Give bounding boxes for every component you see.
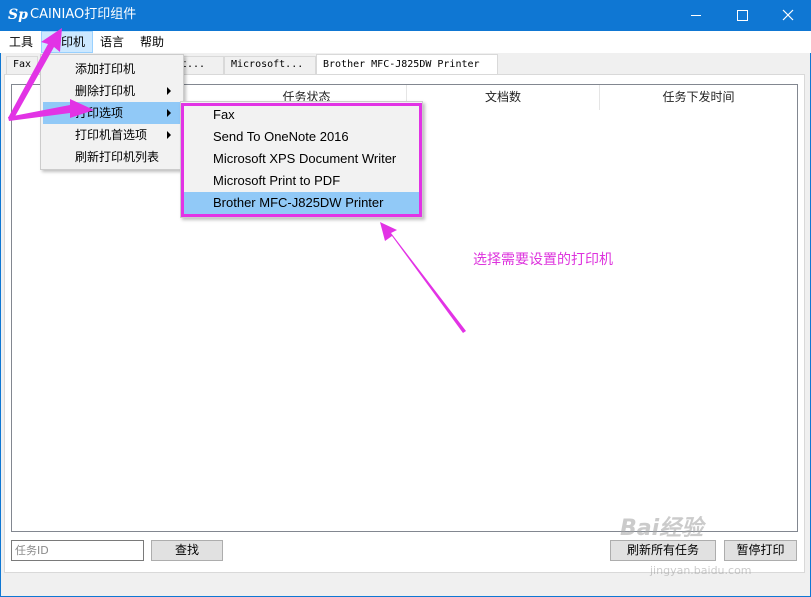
annotation-arrow-brother xyxy=(380,222,466,333)
annotation-arrow-menu xyxy=(8,28,62,120)
annotation-arrows xyxy=(8,28,466,333)
watermark-logo: Bai经验 xyxy=(620,516,704,541)
annotation-text: 选择需要设置的打印机 xyxy=(473,252,613,268)
watermark-url: jingyan.baidu.com xyxy=(650,564,752,577)
